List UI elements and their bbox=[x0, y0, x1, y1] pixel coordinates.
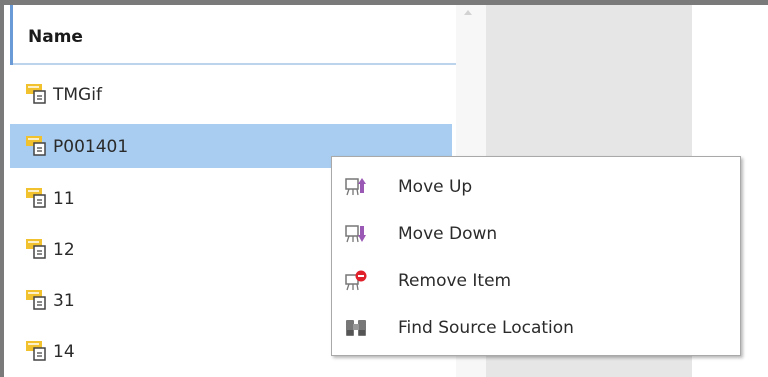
menu-item-move-down[interactable]: Move Down bbox=[332, 210, 740, 256]
menu-item-label: Move Down bbox=[398, 224, 498, 244]
menu-item-move-up[interactable]: Move Up bbox=[332, 163, 740, 209]
document-link-icon bbox=[26, 290, 46, 310]
window: Name TMGif P001401 11 12 31 14 Move Up M… bbox=[0, 0, 768, 377]
menu-item-remove-item[interactable]: Remove Item bbox=[332, 257, 740, 303]
list-item-label: 14 bbox=[53, 342, 75, 362]
list-item-label: TMGif bbox=[53, 85, 102, 105]
column-header-label: Name bbox=[28, 27, 83, 47]
document-link-icon bbox=[26, 188, 46, 208]
list-item-label: P001401 bbox=[53, 137, 129, 157]
menu-item-label: Remove Item bbox=[398, 271, 512, 291]
header-accent bbox=[10, 5, 13, 65]
scroll-up-arrow-icon[interactable] bbox=[464, 10, 472, 15]
list-item-label: 11 bbox=[53, 189, 75, 209]
menu-item-label: Move Up bbox=[398, 177, 473, 197]
menu-item-find-source-location[interactable]: Find Source Location bbox=[332, 304, 740, 350]
list-item[interactable]: TMGif bbox=[10, 72, 452, 116]
list-item-label: 12 bbox=[53, 240, 75, 260]
document-link-icon bbox=[26, 239, 46, 259]
move-down-icon bbox=[345, 225, 366, 243]
window-top-border bbox=[0, 0, 768, 5]
context-menu: Move Up Move Down Remove Item Find Sourc… bbox=[331, 156, 741, 356]
remove-item-icon bbox=[345, 270, 367, 291]
binoculars-icon bbox=[346, 320, 366, 336]
document-link-icon bbox=[26, 84, 46, 104]
list-item-label: 31 bbox=[53, 291, 75, 311]
document-link-icon bbox=[26, 341, 46, 361]
window-left-border bbox=[0, 0, 4, 377]
move-up-icon bbox=[345, 178, 366, 196]
menu-item-label: Find Source Location bbox=[398, 318, 574, 338]
document-link-icon bbox=[26, 136, 46, 156]
